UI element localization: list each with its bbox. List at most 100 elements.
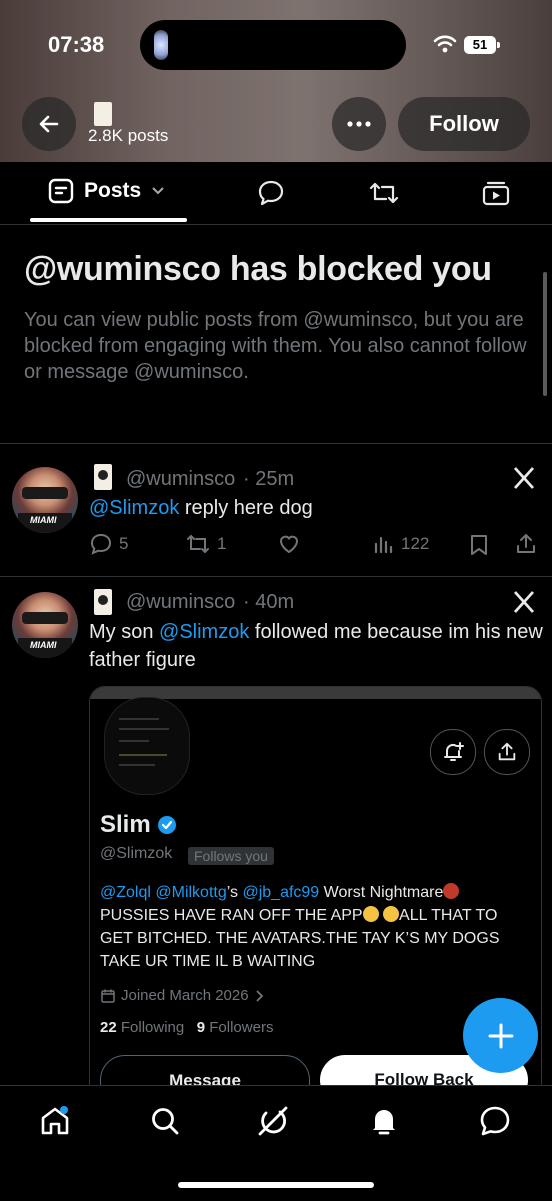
- posts-count: 2.8K posts: [88, 126, 169, 145]
- nav-messages[interactable]: [478, 1104, 512, 1143]
- x-logo-icon: [513, 591, 535, 613]
- bio-mention[interactable]: @Zolql: [100, 884, 151, 901]
- laughing-emoji-icon: [362, 906, 379, 922]
- avatar-text: MIAMI: [30, 640, 57, 650]
- x-logo-icon: [513, 467, 535, 489]
- grok-icon: [258, 1106, 288, 1136]
- post-time: · 40m: [243, 591, 295, 613]
- post-mention[interactable]: @Slimzok: [89, 497, 179, 519]
- avatar-glasses: [22, 487, 68, 499]
- more-icon: [347, 121, 371, 127]
- tab-posts[interactable]: Posts: [48, 178, 165, 204]
- like-button[interactable]: [277, 532, 301, 556]
- plus-icon: [488, 1023, 513, 1048]
- back-button[interactable]: [22, 97, 76, 151]
- author-badge: [94, 589, 112, 615]
- card-bio: @Zolql @Milkottg’s @jb_afc99 Worst Night…: [100, 881, 530, 973]
- reply-button[interactable]: 5: [89, 532, 128, 556]
- followers-label[interactable]: Followers: [209, 1019, 273, 1036]
- nav-search[interactable]: [148, 1104, 182, 1143]
- verified-icon: [157, 816, 176, 834]
- laughing-emoji-icon: [383, 906, 400, 922]
- post-mention[interactable]: @Slimzok: [159, 621, 249, 643]
- search-icon: [152, 1108, 179, 1135]
- reposts-tab-icon[interactable]: [368, 179, 400, 207]
- reply-count: 5: [119, 534, 129, 553]
- ogre-emoji-icon: [443, 883, 460, 899]
- replies-tab-icon[interactable]: [257, 179, 285, 207]
- bio-mention[interactable]: @Milkottg: [155, 884, 226, 901]
- card-display-name: Slim: [100, 811, 151, 838]
- tab-posts-label: Posts: [84, 179, 142, 202]
- wifi-icon: [433, 35, 457, 53]
- follow-button[interactable]: Follow: [398, 97, 530, 151]
- status-time: 07:38: [48, 32, 105, 57]
- divider: [0, 443, 552, 444]
- nav-grok[interactable]: [256, 1104, 290, 1143]
- more-button[interactable]: [332, 97, 386, 151]
- bio-sep: ’s: [226, 884, 243, 901]
- posts-icon: [48, 178, 74, 204]
- active-tab-indicator: [30, 218, 187, 222]
- divider: [0, 576, 552, 577]
- post-time: · 25m: [243, 468, 295, 490]
- card-joined: Joined March 2026: [100, 987, 264, 1004]
- card-handle: @Slimzok: [100, 845, 173, 862]
- author-badge: [94, 464, 112, 490]
- chevron-down-icon: [152, 187, 164, 195]
- following-label[interactable]: Following: [121, 1019, 184, 1036]
- card-avatar: [104, 697, 190, 795]
- compose-button[interactable]: [463, 998, 538, 1073]
- post-text: My son @Slimzok followed me because im h…: [89, 618, 544, 674]
- share-icon: [498, 742, 516, 761]
- post-actions: 5 1 122: [89, 532, 539, 562]
- home-icon: [41, 1106, 69, 1135]
- scrollbar[interactable]: [543, 272, 547, 396]
- views-button[interactable]: 122: [373, 532, 429, 556]
- notify-button[interactable]: [430, 729, 476, 775]
- header-avatar: [94, 102, 112, 126]
- profile-tabs: Posts: [0, 162, 552, 225]
- home-indicator[interactable]: [178, 1182, 374, 1188]
- chevron-right-icon: [255, 989, 263, 1002]
- status-bar: 07:38 51: [0, 0, 552, 90]
- post-avatar[interactable]: MIAMI: [12, 592, 78, 658]
- repost-icon: [187, 534, 209, 554]
- nav-notifications[interactable]: [367, 1104, 401, 1143]
- repost-button[interactable]: 1: [185, 532, 226, 556]
- repost-count: 1: [217, 534, 227, 553]
- post-text: @Slimzok reply here dog: [89, 494, 544, 522]
- follows-you-badge: Follows you: [188, 847, 274, 865]
- post-handle[interactable]: @wuminsco: [126, 468, 235, 491]
- media-tab-icon[interactable]: [481, 179, 511, 207]
- calendar-icon: [101, 989, 115, 1003]
- bio-text: PUSSIES HAVE RAN OFF THE APP: [100, 907, 363, 924]
- share-icon[interactable]: [514, 532, 538, 556]
- bio-mention[interactable]: @jb_afc99: [242, 884, 319, 901]
- nav-home[interactable]: [38, 1104, 72, 1143]
- joined-date: Joined March 2026: [121, 987, 249, 1004]
- like-icon: [279, 535, 299, 554]
- views-icon: [374, 536, 393, 554]
- post-body-start: My son: [89, 621, 160, 643]
- following-count: 22: [100, 1019, 117, 1036]
- battery-indicator: 51: [464, 36, 500, 54]
- bell-icon: [373, 1110, 395, 1135]
- blocked-title: @wuminsco has blocked you: [24, 250, 492, 288]
- avatar-glasses: [22, 612, 68, 624]
- views-count: 122: [401, 534, 430, 553]
- reply-icon: [90, 533, 112, 555]
- messages-icon: [480, 1106, 510, 1136]
- card-follow-stats: 22 Following 9 Followers: [100, 1019, 273, 1036]
- card-name: Slim: [100, 811, 177, 839]
- flashlight-indicator: [154, 30, 168, 60]
- followers-count: 9: [196, 1019, 206, 1036]
- back-arrow-icon: [39, 115, 59, 133]
- avatar-text: MIAMI: [30, 515, 57, 525]
- post-handle[interactable]: @wuminsco: [126, 591, 235, 614]
- card-share-button[interactable]: [484, 729, 530, 775]
- bio-text: Worst Nightmare: [319, 884, 444, 901]
- bookmark-icon[interactable]: [468, 533, 490, 557]
- post-avatar[interactable]: MIAMI: [12, 467, 78, 533]
- dynamic-island: [140, 20, 406, 70]
